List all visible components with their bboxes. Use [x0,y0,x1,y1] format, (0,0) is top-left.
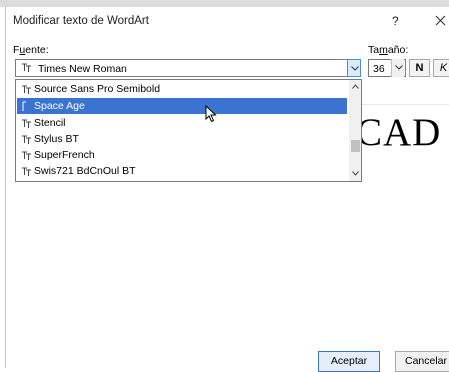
font-type-icon [21,101,32,115]
scroll-up-button[interactable] [349,81,361,93]
list-item[interactable]: Swis721 BdCnOul BT [17,163,347,179]
truetype-icon [21,150,32,164]
truetype-icon [21,166,32,180]
mouse-pointer-icon [205,104,217,126]
truetype-icon [21,134,32,148]
font-dropdown-button[interactable] [347,59,361,77]
title-bar: Modificar texto de WordArt ? [6,7,449,35]
close-icon [435,15,446,26]
scroll-thumb[interactable] [351,140,360,152]
font-value: Times New Roman [38,63,127,75]
list-item[interactable]: Source Sans Pro Semibold [17,81,347,97]
truetype-icon [21,118,32,132]
truetype-icon [21,84,32,98]
font-combobox-input[interactable]: Times New Roman [15,59,359,77]
cancel-button[interactable]: Cancelar [395,351,449,372]
list-item[interactable]: Stylus BT [17,131,347,147]
list-item[interactable]: Stencil [17,115,347,131]
list-item-selected[interactable]: Space Age [17,98,347,114]
truetype-icon [21,62,32,76]
top-strip [0,0,449,7]
chevron-down-icon [351,66,359,71]
size-label: Tamaño: [368,44,409,56]
wordart-dialog: Modificar texto de WordArt ? Fuente: Tam… [5,7,449,372]
accept-button[interactable]: Aceptar [318,351,380,372]
font-dropdown-list[interactable]: Source Sans Pro Semibold Space Age Stenc… [15,79,362,182]
preview-text: CAD [356,111,442,154]
chevron-up-icon [352,84,359,89]
font-label: Fuente: [13,44,49,56]
list-item[interactable]: SuperFrench [17,147,347,163]
dialog-title: Modificar texto de WordArt [13,15,149,27]
close-button[interactable] [433,11,449,29]
help-button[interactable]: ? [392,14,399,28]
scroll-down-button[interactable] [349,168,361,180]
chevron-down-icon [352,171,359,176]
size-value: 36 [373,63,385,75]
list-scrollbar[interactable] [349,80,361,181]
chevron-down-icon [395,65,403,70]
italic-button[interactable]: K [433,59,449,77]
size-dropdown-button[interactable] [391,59,404,77]
bold-button[interactable]: N [409,59,430,77]
